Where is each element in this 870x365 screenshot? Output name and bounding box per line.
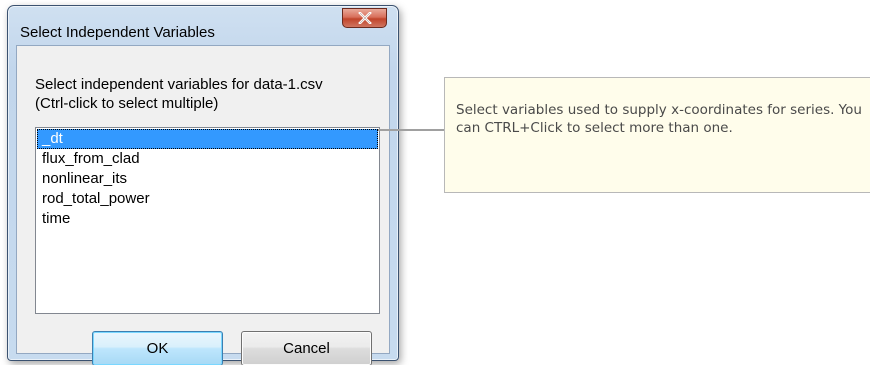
title-bar[interactable]: Select Independent Variables: [8, 6, 398, 41]
variables-listbox[interactable]: _dt flux_from_clad nonlinear_its rod_tot…: [35, 127, 380, 314]
list-item-dt[interactable]: _dt: [37, 129, 378, 149]
help-callout: Select variables used to supply x-coordi…: [444, 77, 870, 193]
list-item-flux-from-clad[interactable]: flux_from_clad: [37, 149, 378, 169]
close-button[interactable]: [342, 8, 387, 28]
dialog-title: Select Independent Variables: [20, 24, 215, 41]
close-icon: [357, 12, 372, 24]
instruction-text: Select independent variables for data-1.…: [35, 76, 323, 112]
callout-text: Select variables used to supply x-coordi…: [456, 102, 862, 136]
screen: Select Independent Variables Select inde…: [0, 0, 870, 365]
cancel-button[interactable]: Cancel: [241, 331, 372, 365]
list-item-nonlinear-its[interactable]: nonlinear_its: [37, 169, 378, 189]
list-item-rod-total-power[interactable]: rod_total_power: [37, 189, 378, 209]
ok-button[interactable]: OK: [92, 331, 223, 365]
select-variables-dialog: Select Independent Variables Select inde…: [7, 5, 399, 365]
callout-connector-line: [378, 129, 444, 131]
list-item-time[interactable]: time: [37, 209, 378, 229]
dialog-content: Select independent variables for data-1.…: [16, 45, 390, 365]
